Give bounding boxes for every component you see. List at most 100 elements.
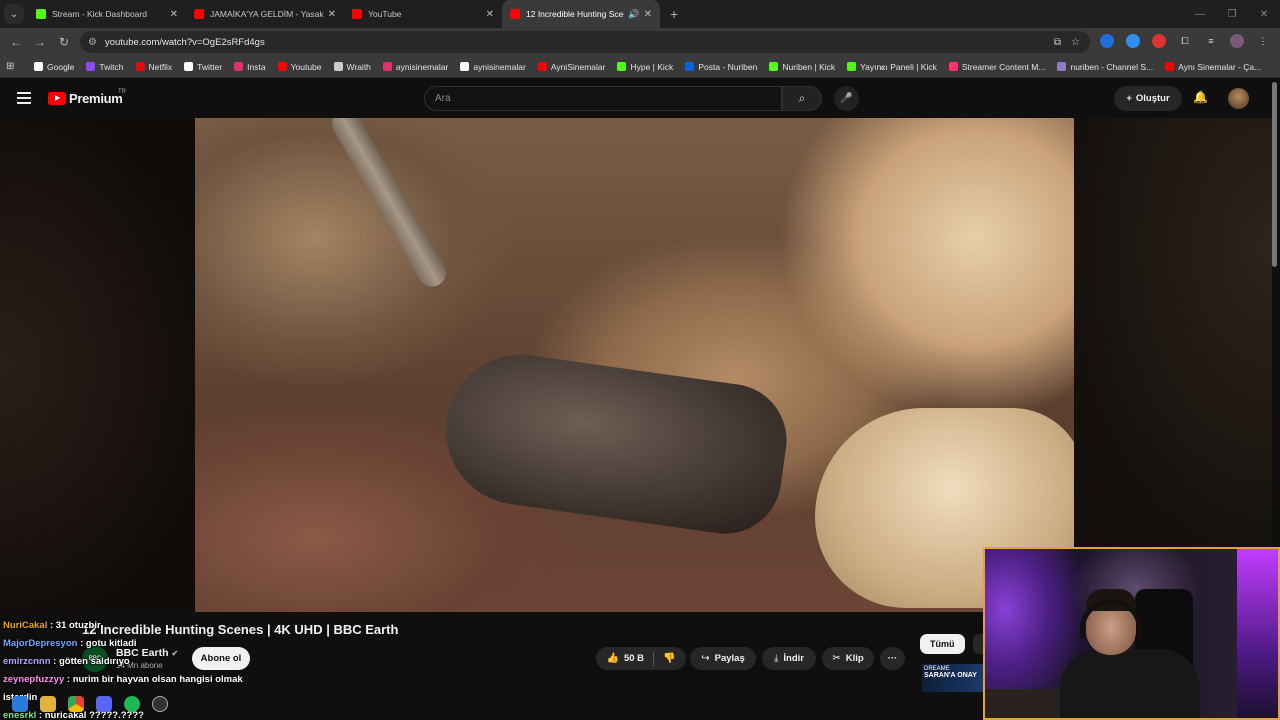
share-icon: ↪	[701, 653, 710, 664]
url-text: youtube.com/watch?v=OgE2sRFd4gs	[104, 36, 265, 48]
kebab-menu-icon[interactable]: ⋮	[1256, 34, 1270, 48]
app-icon[interactable]	[152, 696, 168, 712]
avatar[interactable]	[1228, 88, 1249, 109]
close-icon[interactable]: ✕	[170, 9, 178, 20]
tab-search-icon[interactable]: ⌄	[4, 4, 24, 24]
browser-tab-bar: ⌄ Stream - Kick Dashboard ✕ JAMAİKA'YA G…	[0, 0, 1280, 28]
back-icon[interactable]: ←	[4, 35, 28, 49]
discord-icon[interactable]	[96, 696, 112, 712]
close-icon[interactable]: ✕	[644, 9, 652, 20]
folder-icon[interactable]	[40, 696, 56, 712]
reload-icon[interactable]: ↻	[52, 35, 76, 49]
thumbnail-title: SARAN'A ONAY	[924, 672, 977, 679]
more-actions-button[interactable]: ···	[880, 647, 905, 670]
hamburger-menu-icon[interactable]	[17, 92, 31, 107]
maximize-icon[interactable]: ❐	[1216, 9, 1248, 20]
extension-icon[interactable]	[1126, 34, 1140, 48]
cast-icon[interactable]: ⧉	[1054, 37, 1061, 48]
bookmark-star-icon[interactable]: ☆	[1071, 37, 1080, 48]
dislike-icon[interactable]: 👎	[663, 653, 675, 664]
chat-message: NuriCakal : 31 otuzbir	[3, 617, 273, 635]
share-button[interactable]: ↪ Paylaş	[690, 647, 756, 670]
bookmark-favicon-icon	[382, 62, 392, 71]
clip-button[interactable]: ✂ Klip	[822, 647, 874, 670]
bookmark-item[interactable]: Streamer Content M...	[948, 62, 1045, 72]
webcam-overlay	[983, 547, 1280, 720]
create-button[interactable]: + Oluştur	[1114, 86, 1182, 111]
windows-icon[interactable]	[12, 696, 28, 712]
youtube-logo[interactable]: Premium TR	[48, 89, 126, 106]
tab-jamaika[interactable]: JAMAİKA'YA GELDİM - Yasaklı E ✕	[186, 0, 344, 28]
bookmark-item[interactable]: aynisinemalar	[460, 62, 526, 72]
profile-icon[interactable]	[1230, 34, 1244, 48]
bookmark-item[interactable]: nuriben - Channel S...	[1057, 62, 1153, 72]
bookmark-favicon-icon	[86, 62, 96, 71]
close-icon[interactable]: ✕	[328, 9, 336, 20]
bookmark-item[interactable]: Google	[34, 62, 74, 72]
share-label: Paylaş	[714, 653, 745, 664]
bookmark-item[interactable]: Twitch	[86, 62, 124, 72]
download-button[interactable]: ⤓ İndir	[762, 647, 816, 670]
bookmark-favicon-icon	[184, 62, 194, 71]
page-scrollbar[interactable]	[1272, 82, 1277, 267]
youtube-icon	[194, 9, 204, 19]
clip-label: Klip	[845, 653, 864, 664]
chip-all[interactable]: Tümü	[920, 634, 965, 654]
youtube-icon	[510, 9, 520, 19]
screen: ⌄ Stream - Kick Dashboard ✕ JAMAİKA'YA G…	[0, 0, 1280, 720]
bookmark-item[interactable]: Posta - Nuriben	[685, 62, 757, 72]
bookmark-item[interactable]: Twitter	[184, 62, 222, 72]
scissors-icon: ✂	[832, 653, 841, 664]
close-icon[interactable]: ✕	[486, 9, 494, 20]
chat-username: MajorDepresyon	[3, 638, 78, 649]
bookmark-item[interactable]: Hype | Kick	[617, 62, 673, 72]
logo-text: Premium	[69, 91, 123, 106]
bookmark-favicon-icon	[34, 62, 43, 71]
reading-list-icon[interactable]: ≡	[1204, 34, 1218, 48]
bookmark-label: Nuriben | Kick	[782, 61, 836, 72]
chrome-icon[interactable]	[68, 696, 84, 712]
bookmark-label: Insta	[247, 61, 266, 72]
new-tab-icon[interactable]: +	[670, 6, 678, 22]
bookmark-favicon-icon	[333, 62, 343, 71]
search-input[interactable]: Ara	[424, 86, 782, 111]
site-info-icon[interactable]: ⚙	[88, 37, 97, 48]
spotify-icon[interactable]	[124, 696, 140, 712]
chat-text: : götten saldırıyo	[50, 656, 130, 667]
tab-kick-dashboard[interactable]: Stream - Kick Dashboard ✕	[28, 0, 186, 28]
bookmark-item[interactable]: AyniSinemalar	[537, 62, 605, 72]
close-window-icon[interactable]: ✕	[1248, 9, 1280, 20]
plus-icon: +	[1126, 93, 1132, 104]
pc-case-rgb	[1237, 549, 1278, 718]
address-bar[interactable]: ⚙ youtube.com/watch?v=OgE2sRFd4gs ⧉ ☆	[80, 31, 1090, 53]
bookmark-item[interactable]: Wraith	[333, 62, 371, 72]
like-count[interactable]: 50 B	[624, 653, 644, 664]
chat-text: : 31 otuzbir	[47, 620, 101, 631]
bookmark-item[interactable]: Insta	[234, 61, 266, 72]
bell-icon[interactable]: 🔔	[1193, 90, 1208, 104]
bookmark-favicon-icon	[617, 62, 627, 71]
tab-hunting-scenes[interactable]: 12 Incredible Hunting Scene 🔊 ✕	[502, 0, 660, 28]
voice-search-button[interactable]: 🎤	[834, 86, 859, 111]
bookmark-item[interactable]: Nuriben | Kick	[769, 62, 835, 72]
forward-icon[interactable]: →	[28, 35, 52, 49]
shield-extension-icon[interactable]	[1100, 34, 1114, 48]
bookmark-item[interactable]: Youtube	[277, 62, 322, 72]
like-icon[interactable]: 👍	[607, 653, 619, 664]
speaker-icon[interactable]: 🔊	[628, 9, 639, 20]
notification-extension-icon[interactable]	[1152, 34, 1166, 48]
tab-title: 12 Incredible Hunting Scene	[526, 9, 625, 19]
minimize-icon[interactable]: —	[1184, 9, 1216, 20]
recommended-thumbnail[interactable]: DREAME SARAN'A ONAY	[922, 664, 984, 692]
bookmarks-overflow-icon[interactable]: »	[880, 62, 905, 72]
search-button[interactable]: ⌕	[782, 86, 822, 111]
chat-text: : gotu kitladi	[77, 638, 137, 649]
video-player[interactable]	[195, 118, 1074, 612]
puzzle-icon[interactable]: ⧠	[1178, 34, 1192, 48]
apps-grid-icon[interactable]: ⊞	[6, 61, 20, 72]
bookmark-label: Twitter	[197, 61, 223, 72]
bookmark-item[interactable]: Aynı Sinemalar - Ça...	[1165, 62, 1261, 72]
tab-youtube[interactable]: YouTube ✕	[344, 0, 502, 28]
bookmark-item[interactable]: Netflix	[135, 62, 172, 72]
bookmark-item[interactable]: aynisinemalar	[382, 62, 448, 72]
